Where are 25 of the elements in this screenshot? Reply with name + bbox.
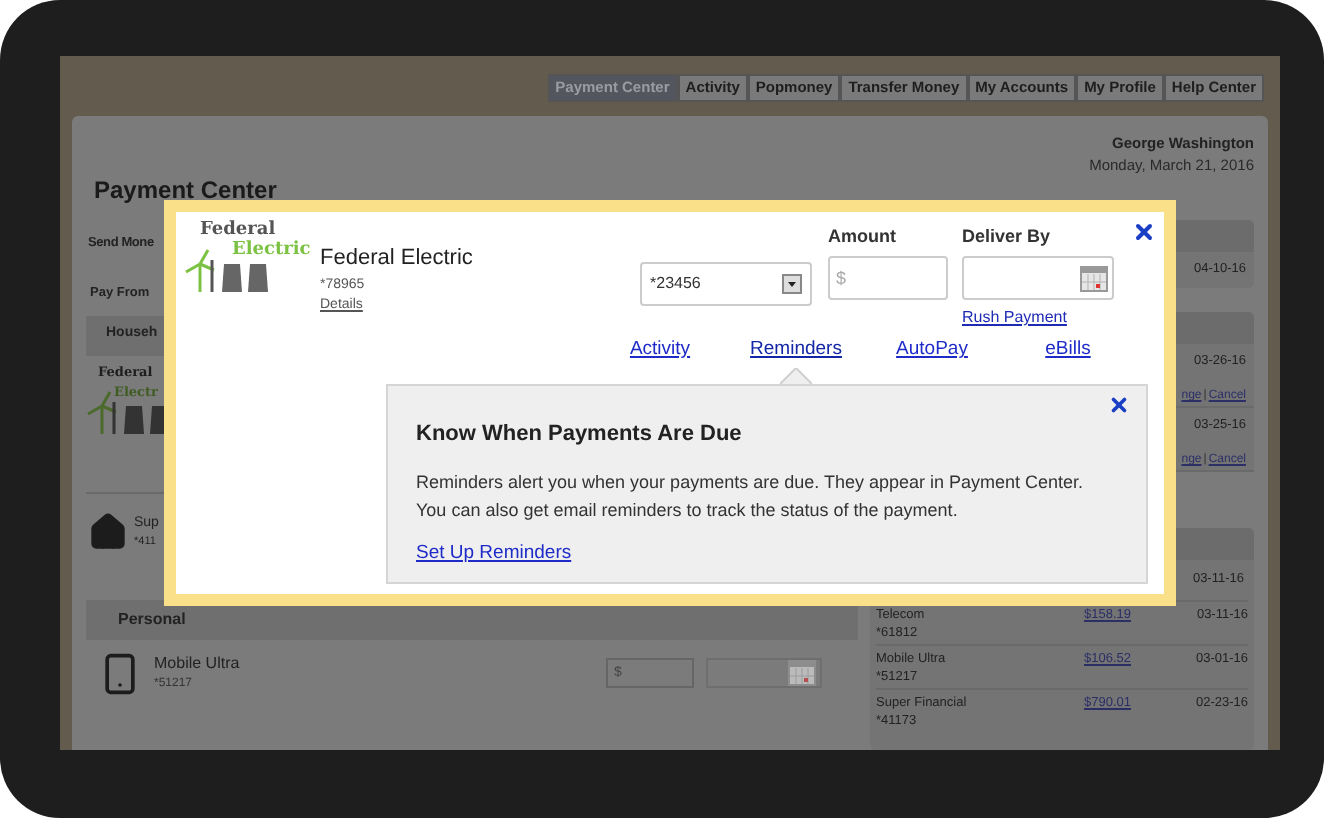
- dialog-tab-link[interactable]: Activity: [629, 336, 691, 365]
- calendar-icon[interactable]: [788, 660, 816, 686]
- payee-name: Mobile Ultra: [154, 652, 242, 676]
- page-title: Payment Center: [94, 173, 279, 207]
- dialog-tab-link[interactable]: eBills: [1045, 336, 1091, 365]
- date-input[interactable]: [706, 658, 822, 688]
- section-title: Personal: [118, 607, 186, 631]
- date-input[interactable]: [962, 256, 1114, 300]
- amount-label: Amount: [828, 224, 898, 250]
- rush-payment-link[interactable]: Rush Payment: [962, 306, 1114, 330]
- deliver-by-label: Deliver By: [962, 224, 1053, 250]
- calendar-icon[interactable]: [1080, 265, 1108, 291]
- dropdown-icon[interactable]: [782, 274, 802, 294]
- set-up-reminders-link[interactable]: Set Up Reminders: [416, 539, 572, 568]
- pay-from-select[interactable]: *23456: [640, 262, 812, 306]
- dialog-tab-link[interactable]: AutoPay: [896, 336, 968, 365]
- payee-name: Federal Electric: [320, 244, 475, 274]
- logo-text: Electric: [230, 240, 311, 260]
- house-icon: [88, 512, 128, 552]
- close-icon[interactable]: [1132, 220, 1156, 244]
- logo-text: Federal: [198, 220, 276, 240]
- popover-title: Know When Payments Are Due: [416, 420, 744, 451]
- close-icon[interactable]: [1108, 394, 1130, 417]
- dialog-tab-link[interactable]: Reminders: [750, 336, 842, 365]
- popover-text: Reminders alert you when your payments are due. They appear in Payment Center. You can also get email reminders to track the status of the payment.: [416, 469, 1086, 524]
